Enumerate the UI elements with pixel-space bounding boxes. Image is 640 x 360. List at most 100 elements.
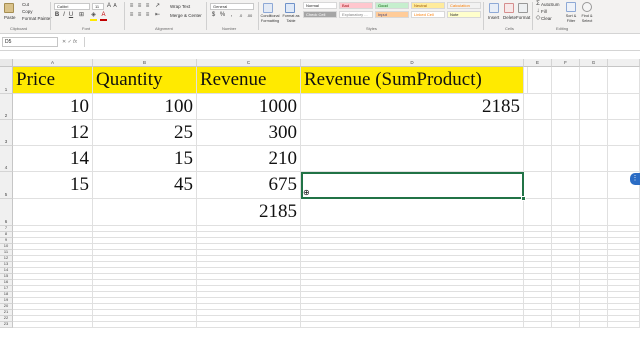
cell-c6-revenue-total[interactable]: 2185 (197, 199, 301, 226)
cell-style-good[interactable]: Good (375, 2, 409, 9)
row-header-1[interactable]: 1 (0, 67, 13, 94)
cell-style-check-cell[interactable]: Check Cell (303, 11, 337, 18)
align-right-icon[interactable]: ≡ (144, 12, 151, 19)
empty-cell[interactable] (524, 67, 552, 94)
empty-cell[interactable] (580, 67, 608, 94)
empty-cell[interactable] (608, 94, 640, 120)
align-center-icon[interactable]: ≡ (136, 12, 143, 19)
align-top-icon[interactable]: ≡ (128, 3, 135, 10)
format-painter-button[interactable]: Format Painter (22, 16, 52, 21)
select-all-corner[interactable] (0, 59, 13, 67)
empty-cell[interactable] (552, 67, 580, 94)
font-name-select[interactable]: Calibri (54, 3, 90, 10)
cell-d2-sumproduct[interactable]: 2185 (301, 94, 524, 120)
row-header-5[interactable]: 5 (0, 172, 13, 199)
row-header-23[interactable]: 23 (0, 321, 13, 328)
delete-cells-icon[interactable] (504, 3, 514, 13)
currency-icon[interactable]: $ (210, 12, 217, 19)
fill-color-icon[interactable]: ◈ (90, 12, 97, 21)
cell-b3-quantity[interactable]: 25 (93, 120, 197, 146)
empty-cell[interactable] (552, 94, 580, 120)
side-panel-tab-icon[interactable]: ⋮ (630, 173, 640, 185)
name-box[interactable]: D5 (2, 37, 58, 47)
comma-style-icon[interactable]: , (228, 12, 235, 19)
conditional-formatting-button[interactable]: Conditional Formatting (258, 14, 282, 24)
empty-cell[interactable] (524, 199, 552, 226)
cut-button[interactable]: Cut (22, 2, 29, 7)
empty-cell[interactable] (524, 322, 552, 328)
number-format-select[interactable]: General (210, 3, 254, 10)
find-select-icon[interactable] (582, 2, 592, 12)
fill-button[interactable]: Fill (541, 9, 547, 14)
row-header-3[interactable]: 3 (0, 120, 13, 146)
conditional-formatting-icon[interactable] (263, 3, 273, 13)
paste-button[interactable]: Paste (4, 15, 16, 20)
empty-cell[interactable] (524, 120, 552, 146)
empty-cell[interactable] (608, 199, 640, 226)
cell-c5-revenue[interactable]: 675 (197, 172, 301, 199)
empty-cell[interactable] (524, 94, 552, 120)
increase-decimal-icon[interactable]: .0 (237, 12, 244, 19)
empty-cell[interactable] (93, 322, 197, 328)
cell-a3-price[interactable]: 12 (13, 120, 93, 146)
underline-icon[interactable]: U (68, 12, 74, 19)
empty-cell[interactable] (580, 146, 608, 172)
column-header-c[interactable]: C (197, 59, 301, 67)
cell-b4-quantity[interactable]: 15 (93, 146, 197, 172)
paste-icon[interactable] (4, 3, 14, 13)
empty-cell[interactable] (301, 322, 524, 328)
cell-a2-price[interactable]: 10 (13, 94, 93, 120)
cell-a6[interactable] (13, 199, 93, 226)
empty-cell[interactable] (197, 322, 301, 328)
cell-d5[interactable] (301, 172, 524, 199)
column-header-f[interactable]: F (552, 59, 580, 67)
sort-filter-button[interactable]: Sort & Filter (563, 14, 579, 24)
empty-cell[interactable] (608, 146, 640, 172)
decrease-font-icon[interactable]: A (112, 3, 118, 10)
cell-c3-revenue[interactable]: 300 (197, 120, 301, 146)
empty-cell[interactable] (552, 172, 580, 199)
cell-d6[interactable] (301, 199, 524, 226)
percent-icon[interactable]: % (219, 12, 226, 19)
cell-b1-quantity-header[interactable]: Quantity (93, 67, 197, 94)
cell-b6[interactable] (93, 199, 197, 226)
font-color-icon[interactable]: A (100, 12, 107, 21)
column-header-b[interactable]: B (93, 59, 197, 67)
italic-icon[interactable]: I (61, 12, 67, 19)
empty-cell[interactable] (608, 120, 640, 146)
column-header-e[interactable]: E (524, 59, 552, 67)
empty-cell[interactable] (608, 322, 640, 328)
cell-style-neutral[interactable]: Neutral (411, 2, 445, 9)
decrease-indent-icon[interactable]: ⇤ (154, 12, 161, 19)
font-size-select[interactable]: 11 (92, 3, 104, 10)
cell-style-explanatory[interactable]: Explanatory ... (339, 11, 373, 18)
cell-c2-revenue[interactable]: 1000 (197, 94, 301, 120)
empty-cell[interactable] (13, 322, 93, 328)
wrap-text-button[interactable]: Wrap Text (170, 4, 190, 9)
autosum-button[interactable]: AutoSum (541, 2, 560, 7)
empty-cell[interactable] (524, 146, 552, 172)
empty-cell[interactable] (608, 67, 640, 94)
format-as-table-button[interactable]: Format as Table (282, 14, 300, 24)
decrease-decimal-icon[interactable]: .00 (246, 12, 253, 19)
fill-handle[interactable] (521, 196, 526, 201)
cell-a5-price[interactable]: 15 (13, 172, 93, 199)
borders-icon[interactable]: ⊞ (78, 12, 85, 19)
empty-cell[interactable] (580, 199, 608, 226)
row-header-4[interactable]: 4 (0, 146, 13, 172)
format-button[interactable]: Format (516, 15, 530, 20)
empty-cell[interactable] (524, 172, 552, 199)
cell-b2-quantity[interactable]: 100 (93, 94, 197, 120)
column-header-d[interactable]: D (301, 59, 524, 67)
column-header-a[interactable]: A (13, 59, 93, 67)
orientation-icon[interactable]: ↗ (154, 3, 161, 10)
cell-style-input[interactable]: Input (375, 11, 409, 18)
cell-b5-quantity[interactable]: 45 (93, 172, 197, 199)
empty-cell[interactable] (580, 322, 608, 328)
cell-style-bad[interactable]: Bad (339, 2, 373, 9)
sort-filter-icon[interactable] (566, 2, 576, 12)
empty-cell[interactable] (552, 322, 580, 328)
column-header-g[interactable]: G (580, 59, 608, 67)
empty-cell[interactable] (580, 120, 608, 146)
fx-icon[interactable]: ✕ ✓ fx (62, 37, 82, 47)
